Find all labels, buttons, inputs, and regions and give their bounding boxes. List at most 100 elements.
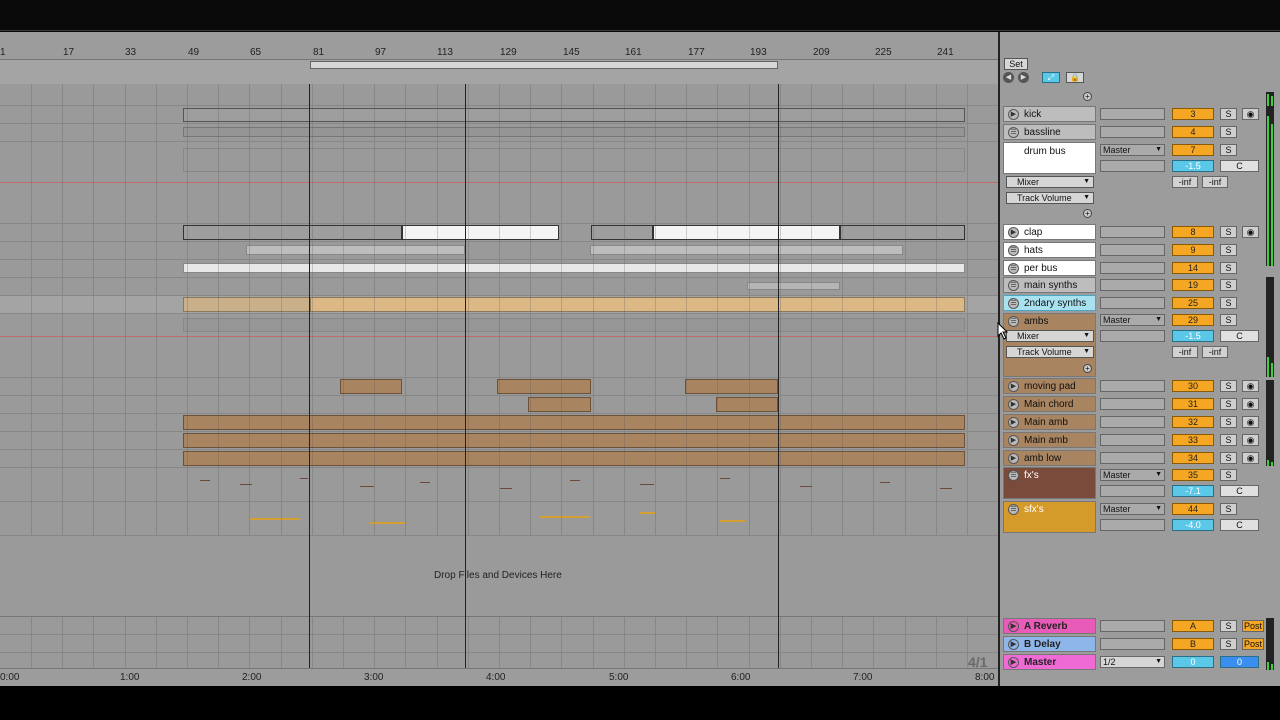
solo-button[interactable]: S bbox=[1220, 638, 1237, 650]
track-lane-hats[interactable] bbox=[0, 242, 998, 260]
clip[interactable] bbox=[590, 245, 903, 255]
io-field[interactable] bbox=[1100, 160, 1165, 172]
output-select[interactable]: Master bbox=[1100, 144, 1165, 156]
volume-field[interactable]: -1.5 bbox=[1172, 160, 1214, 172]
solo-button[interactable]: S bbox=[1220, 620, 1237, 632]
fold-icon[interactable]: ▶ bbox=[1008, 417, 1019, 428]
track-activator[interactable]: 25 bbox=[1172, 297, 1214, 309]
track-lane-b-delay[interactable] bbox=[0, 635, 998, 653]
track-lane-2ndary-synths[interactable] bbox=[0, 296, 998, 314]
track-activator[interactable]: 35 bbox=[1172, 469, 1214, 481]
track-activator[interactable]: 34 bbox=[1172, 452, 1214, 464]
track-lane-main-synths[interactable] bbox=[0, 278, 998, 296]
fold-icon[interactable]: ▶ bbox=[1008, 657, 1019, 668]
solo-button[interactable]: S bbox=[1220, 469, 1237, 481]
arrow-left-icon[interactable]: ◀ bbox=[1003, 72, 1014, 83]
set-button[interactable]: Set bbox=[1004, 58, 1028, 70]
solo-button[interactable]: S bbox=[1220, 262, 1237, 274]
track-lane-main-amb-1[interactable] bbox=[0, 414, 998, 432]
add-device-icon[interactable]: + bbox=[1083, 92, 1092, 101]
io-field[interactable] bbox=[1100, 244, 1165, 256]
solo-button[interactable]: S bbox=[1220, 434, 1237, 446]
post-button[interactable]: Post bbox=[1242, 638, 1264, 650]
track-activator[interactable]: 29 bbox=[1172, 314, 1214, 326]
add-lane-icon[interactable]: + bbox=[1083, 209, 1092, 218]
lock-icon[interactable]: 🔒 bbox=[1066, 72, 1084, 83]
track-header-clap[interactable]: ▶ clap bbox=[1003, 224, 1096, 240]
arm-icon[interactable]: ◉ bbox=[1242, 398, 1259, 410]
track-header-master[interactable]: ▶ Master bbox=[1003, 654, 1096, 670]
pan-field[interactable]: C bbox=[1220, 485, 1259, 497]
arm-icon[interactable]: ◉ bbox=[1242, 226, 1259, 238]
arm-icon[interactable]: ◉ bbox=[1242, 452, 1259, 464]
clip[interactable] bbox=[716, 397, 778, 412]
io-field[interactable] bbox=[1100, 297, 1165, 309]
clip[interactable] bbox=[310, 297, 965, 312]
track-lane-master[interactable] bbox=[0, 653, 998, 668]
pan-field[interactable]: C bbox=[1220, 160, 1259, 172]
output-select[interactable]: Master bbox=[1100, 314, 1165, 326]
fold-icon[interactable]: ▶ bbox=[1008, 639, 1019, 650]
clip[interactable] bbox=[497, 379, 591, 394]
track-header-fxs[interactable]: ☰ fx's bbox=[1003, 467, 1096, 499]
track-activator[interactable]: 14 bbox=[1172, 262, 1214, 274]
io-field[interactable] bbox=[1100, 380, 1165, 392]
arrow-right-icon[interactable]: ▶ bbox=[1018, 72, 1029, 83]
io-field[interactable] bbox=[1100, 226, 1165, 238]
track-lane-sfxs[interactable] bbox=[0, 502, 998, 536]
track-activator[interactable]: 19 bbox=[1172, 279, 1214, 291]
clip[interactable] bbox=[183, 451, 965, 466]
track-header-b-delay[interactable]: ▶ B Delay bbox=[1003, 636, 1096, 652]
track-lane-kick[interactable] bbox=[0, 106, 998, 124]
output-select[interactable]: Master bbox=[1100, 469, 1165, 481]
clip[interactable] bbox=[183, 127, 965, 137]
return-activator[interactable]: B bbox=[1172, 638, 1214, 650]
track-lane-main-amb-2[interactable] bbox=[0, 432, 998, 450]
fold-icon[interactable]: ▶ bbox=[1008, 399, 1019, 410]
return-activator[interactable]: A bbox=[1172, 620, 1214, 632]
clip[interactable] bbox=[591, 225, 653, 240]
arrangement-view[interactable]: Drop Files and Devices Here 4/1 bbox=[0, 84, 998, 668]
clip[interactable] bbox=[183, 108, 965, 122]
arm-icon[interactable]: ◉ bbox=[1242, 380, 1259, 392]
io-field[interactable] bbox=[1100, 638, 1165, 650]
track-activator[interactable]: 44 bbox=[1172, 503, 1214, 515]
io-field[interactable] bbox=[1100, 519, 1165, 531]
track-activator[interactable]: 9 bbox=[1172, 244, 1214, 256]
solo-button[interactable]: S bbox=[1220, 108, 1237, 120]
fold-icon[interactable]: ▶ bbox=[1008, 227, 1019, 238]
track-lane-main-chord[interactable] bbox=[0, 396, 998, 414]
io-field[interactable] bbox=[1100, 262, 1165, 274]
master-volume-field[interactable]: 0 bbox=[1172, 656, 1214, 668]
clip[interactable] bbox=[840, 225, 965, 240]
loop-brace[interactable] bbox=[310, 61, 778, 69]
volume-field[interactable]: -4.0 bbox=[1172, 519, 1214, 531]
solo-button[interactable]: S bbox=[1220, 144, 1237, 156]
solo-button[interactable]: S bbox=[1220, 503, 1237, 515]
solo-button[interactable]: S bbox=[1220, 279, 1237, 291]
io-field[interactable] bbox=[1100, 108, 1165, 120]
fold-icon[interactable]: ▶ bbox=[1008, 453, 1019, 464]
io-field[interactable] bbox=[1100, 279, 1165, 291]
fold-icon[interactable]: ▶ bbox=[1008, 435, 1019, 446]
solo-button[interactable]: S bbox=[1220, 416, 1237, 428]
solo-button[interactable]: S bbox=[1220, 244, 1237, 256]
post-button[interactable]: Post bbox=[1242, 620, 1264, 632]
track-header-sfxs[interactable]: ☰ sfx's bbox=[1003, 501, 1096, 533]
io-field[interactable] bbox=[1100, 330, 1165, 342]
group-icon[interactable]: ☰ bbox=[1008, 263, 1019, 274]
arm-icon[interactable]: ◉ bbox=[1242, 434, 1259, 446]
track-header-per-bus[interactable]: ☰ per bus bbox=[1003, 260, 1096, 276]
track-header-main-chord[interactable]: ▶ Main chord bbox=[1003, 396, 1096, 412]
track-header-kick[interactable]: ▶ kick bbox=[1003, 106, 1096, 122]
group-icon[interactable]: ☰ bbox=[1008, 298, 1019, 309]
clip[interactable] bbox=[183, 433, 965, 448]
track-lane-per-bus[interactable] bbox=[0, 260, 998, 278]
clip[interactable] bbox=[183, 297, 310, 312]
pan-field[interactable]: C bbox=[1220, 330, 1259, 342]
output-select[interactable]: Master bbox=[1100, 503, 1165, 515]
clip[interactable] bbox=[246, 245, 465, 255]
io-field[interactable] bbox=[1100, 434, 1165, 446]
clip[interactable] bbox=[747, 282, 840, 290]
volume-field[interactable]: -1.5 bbox=[1172, 330, 1214, 342]
